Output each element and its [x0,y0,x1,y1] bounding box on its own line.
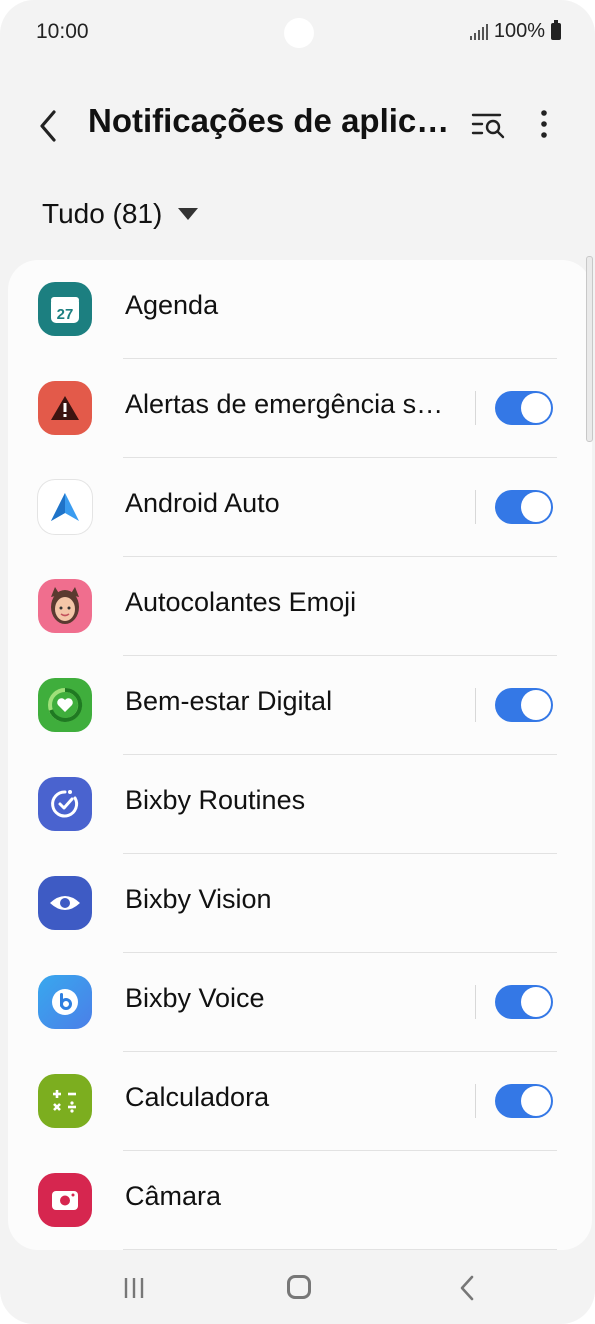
app-name: Autocolantes Emoji [125,587,357,617]
bixby-voice-icon [38,975,92,1029]
list-item-agenda[interactable]: 27 Agenda [8,260,592,359]
app-bar: Notificações de aplic… [0,96,595,156]
status-time: 10:00 [36,20,89,43]
list-item-emergency-alerts[interactable]: Alertas de emergência s… [8,359,592,458]
emergency-alert-icon [38,381,92,435]
dropdown-arrow-icon [178,208,199,220]
navigation-bar [0,1258,595,1318]
signal-icon [469,23,488,40]
search-list-icon[interactable] [470,110,508,140]
calendar-icon: 27 [38,282,92,336]
app-name: Agenda [125,290,219,320]
app-name: Bixby Vision [125,884,272,914]
app-name: Bixby Voice [125,983,265,1013]
notification-toggle[interactable] [495,688,553,722]
app-name: Android Auto [125,488,280,518]
camera-icon [38,1173,92,1227]
app-name: Calculadora [125,1082,270,1112]
separator [475,985,476,1019]
app-name: Câmara [125,1181,222,1211]
filter-label: Tudo (81) [42,198,163,229]
ar-emoji-icon [38,579,92,633]
list-item-android-auto[interactable]: Android Auto [8,458,592,557]
calendar-day: 27 [57,306,74,323]
phone-screen: 10:00 100% Notificações de aplic… Tudo (… [0,0,595,1324]
list-item-ar-emoji-stickers[interactable]: Autocolantes Emoji [8,557,592,656]
notification-toggle[interactable] [495,985,553,1019]
separator [475,688,476,722]
app-filter-dropdown[interactable]: Tudo (81) [42,198,199,230]
separator [475,391,476,425]
back-arrow-icon[interactable] [34,106,64,146]
app-name: Bem-estar Digital [125,686,333,716]
page-title: Notificações de aplic… [88,102,450,139]
app-name: Alertas de emergência s… [125,389,444,419]
notification-toggle[interactable] [495,490,553,524]
list-item-bixby-voice[interactable]: Bixby Voice [8,953,592,1052]
list-item-calculator[interactable]: Calculadora [8,1052,592,1151]
list-item-digital-wellbeing[interactable]: Bem-estar Digital [8,656,592,755]
home-icon[interactable] [287,1275,311,1299]
digital-wellbeing-icon [38,678,92,732]
status-bar: 10:00 100% [0,0,595,66]
front-camera-cutout [284,18,314,48]
scrollbar[interactable] [586,256,593,442]
list-item-bixby-routines[interactable]: Bixby Routines [8,755,592,854]
nav-back-icon[interactable] [458,1274,476,1302]
separator [475,1084,476,1118]
app-name: Bixby Routines [125,785,306,815]
bixby-vision-icon [38,876,92,930]
battery-icon [551,20,561,40]
calculator-icon [38,1074,92,1128]
android-auto-icon [38,480,92,534]
more-options-icon[interactable] [532,108,556,140]
notification-toggle[interactable] [495,1084,553,1118]
list-item-bixby-vision[interactable]: Bixby Vision [8,854,592,953]
bixby-routines-icon [38,777,92,831]
divider [123,1249,557,1250]
notification-toggle[interactable] [495,391,553,425]
list-item-camera[interactable]: Câmara [8,1151,592,1250]
separator [475,490,476,524]
recent-apps-icon[interactable] [122,1276,146,1300]
battery-percent: 100% [493,20,545,42]
app-list: 27 Agenda Alertas de emergência s… Andro… [8,260,592,1250]
status-indicators: 100% [469,20,561,43]
